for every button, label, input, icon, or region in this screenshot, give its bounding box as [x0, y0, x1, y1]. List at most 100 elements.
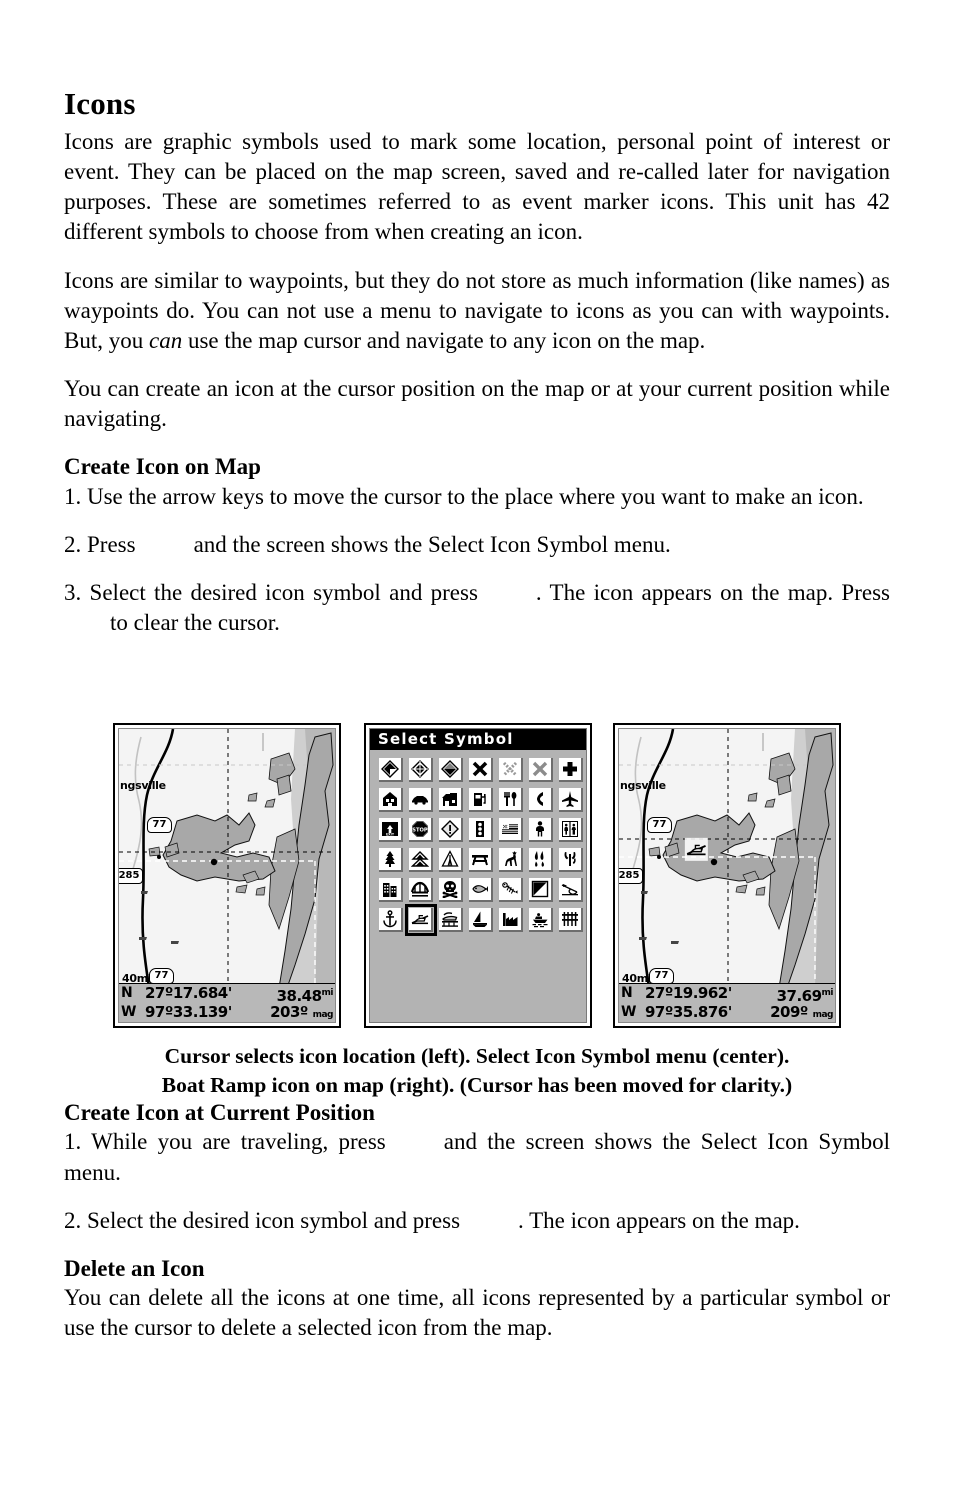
route-shield-77-upper-right: 77	[647, 817, 672, 833]
bearing-value-left: 203º	[270, 1003, 308, 1021]
para2-emphasis: can	[148, 327, 183, 353]
symbol-tent[interactable]	[439, 848, 463, 872]
symbol-house[interactable]	[379, 788, 403, 812]
cp-step2-text-b: . The icon appears on the map.	[518, 1207, 800, 1233]
symbol-x-dotted[interactable]	[499, 758, 523, 782]
status-bar-left: N 27º17.684' 38.48mi W 97º33.139' 203º m…	[119, 983, 335, 1022]
map-graphic-left	[119, 729, 335, 988]
symbol-airport[interactable]	[559, 788, 583, 812]
symbol-traffic-light[interactable]	[469, 818, 493, 842]
symbol-diamond-filled[interactable]	[379, 758, 403, 782]
lon-hemisphere-left: W	[121, 1004, 136, 1020]
symbol-stop-sign[interactable]: STOP	[409, 818, 433, 842]
symbol-pier[interactable]	[559, 908, 583, 932]
symbol-diamond-half[interactable]	[439, 758, 463, 782]
svg-text:EXIT: EXIT	[386, 833, 395, 837]
symbol-building[interactable]	[379, 878, 403, 902]
symbol-x-gray[interactable]	[529, 758, 553, 782]
status-longitude-line-left: W 97º33.139' 203º mag	[119, 1003, 335, 1022]
intro-paragraph-3: You can create an icon at the cursor pos…	[64, 375, 890, 431]
symbol-restrooms[interactable]	[559, 818, 583, 842]
bearing-value-right: 209º	[770, 1003, 808, 1021]
map-graphic-right	[619, 729, 835, 988]
distance-unit-right: mi	[821, 988, 834, 998]
delete-icon-paragraph: You can delete all the icons at one time…	[64, 1285, 890, 1341]
step-2-create-icon-on-map: 2. Press and the screen shows the Select …	[64, 530, 890, 560]
symbol-grid[interactable]: EXIT STOP	[379, 758, 585, 936]
status-bar-right: N 27º19.962' 37.69mi W 97º35.876' 209º m…	[619, 983, 835, 1022]
cp-step2-text-a: 2. Select the desired icon symbol and pr…	[64, 1207, 461, 1233]
step2-text-a: 2. Press	[64, 531, 136, 557]
intro-paragraph-1: Icons are graphic symbols used to mark s…	[64, 129, 890, 245]
symbol-fish[interactable]	[469, 878, 493, 902]
symbol-car[interactable]	[409, 788, 433, 812]
figure-caption: Cursor selects icon location (left). Sel…	[64, 1042, 890, 1100]
step-3-create-icon-on-map: 3. Select the desired icon symbol and pr…	[64, 578, 890, 638]
symbol-motorboat[interactable]	[529, 908, 553, 932]
section-heading-create-icon-on-map: Create Icon on Map	[64, 454, 261, 480]
cp-step1-text-a: 1. While you are traveling, press	[64, 1129, 386, 1155]
map-area-left	[119, 729, 335, 988]
symbol-picnic-table[interactable]	[469, 848, 493, 872]
symbol-diamond-outline[interactable]	[409, 758, 433, 782]
symbol-deer[interactable]	[499, 848, 523, 872]
route-shield-77-upper-left: 77	[147, 817, 172, 833]
symbol-flag[interactable]	[499, 818, 523, 842]
route-shield-285-left: 285	[119, 868, 143, 884]
longitude-value-left: 97º33.139'	[145, 1003, 232, 1021]
symbol-fuel-pump[interactable]	[469, 788, 493, 812]
symbol-fish-hook[interactable]	[559, 878, 583, 902]
step-2-create-icon-current-position: 2. Select the desired icon symbol and pr…	[64, 1206, 890, 1236]
step-1-create-icon-on-map: 1. Use the arrow keys to move the cursor…	[64, 483, 864, 509]
step3-text-a: 3. Select the desired icon symbol and pr…	[64, 579, 478, 605]
route-shield-77-lower-left: 77	[149, 968, 174, 984]
symbol-store[interactable]	[439, 788, 463, 812]
symbol-tree[interactable]	[379, 848, 403, 872]
status-longitude-line-right: W 97º35.876' 209º mag	[619, 1003, 835, 1022]
figure-screenshots-row: ngsville 40mi 77 77 285 N 27º17.684' 38.…	[113, 723, 841, 1030]
symbol-dock[interactable]	[439, 908, 463, 932]
symbol-telephone[interactable]	[529, 788, 553, 812]
status-latitude-line-left: N 27º17.684' 38.48mi	[119, 984, 335, 1005]
symbol-x-bold[interactable]	[469, 758, 493, 782]
gps-screen-right-inner: ngsville 40mi 77 77 285 N 27º19.962' 37.…	[618, 728, 836, 1023]
bearing-unit-right: mag	[812, 1010, 834, 1020]
symbol-factory[interactable]	[499, 908, 523, 932]
symbol-mountains[interactable]	[409, 848, 433, 872]
symbol-danger-skull[interactable]	[439, 878, 463, 902]
lower-content: Create Icon at Current Position 1. While…	[64, 1098, 890, 1344]
intro-paragraph-2: Icons are similar to waypoints, but they…	[64, 266, 890, 356]
symbol-medical-cross[interactable]	[559, 758, 583, 782]
symbol-caution-diamond[interactable]	[439, 818, 463, 842]
select-symbol-title: Select Symbol	[370, 729, 586, 750]
section-heading-delete-an-icon: Delete an Icon	[64, 1255, 205, 1281]
route-shield-77-lower-right: 77	[649, 968, 674, 984]
figure-caption-line-2: Boat Ramp icon on map (right). (Cursor h…	[161, 1073, 793, 1098]
gps-screen-left-inner: ngsville 40mi 77 77 285 N 27º17.684' 38.…	[118, 728, 336, 1023]
symbol-restaurant[interactable]	[499, 788, 523, 812]
symbol-diagonal-square[interactable]	[529, 878, 553, 902]
symbol-campfire[interactable]	[529, 848, 553, 872]
symbol-sailboat[interactable]	[469, 908, 493, 932]
step2-text-b: and the screen shows the Select Icon Sym…	[193, 531, 671, 557]
section-heading-create-icon-at-current-position: Create Icon at Current Position	[64, 1100, 375, 1125]
placed-boat-ramp-icon	[684, 837, 708, 861]
distance-unit-left: mi	[321, 988, 334, 998]
status-latitude-line-right: N 27º19.962' 37.69mi	[619, 984, 835, 1005]
document-page: Icons Icons are graphic symbols used to …	[64, 0, 890, 1487]
lat-hemisphere-right: N	[621, 985, 633, 1001]
bearing-right: 209º mag	[770, 1003, 833, 1022]
page-title: Icons	[64, 86, 136, 121]
symbol-boat-ramp[interactable]	[405, 904, 437, 936]
symbol-fish-bones[interactable]	[499, 878, 523, 902]
symbol-cactus[interactable]	[559, 848, 583, 872]
figure-caption-line-1: Cursor selects icon location (left). Sel…	[164, 1044, 790, 1068]
map-area-right	[619, 729, 835, 988]
symbol-pedestrian[interactable]	[529, 818, 553, 842]
symbol-bridge[interactable]	[409, 878, 433, 902]
route-shield-285-right: 285	[619, 868, 643, 884]
latitude-value-left: 27º17.684'	[145, 984, 232, 1002]
symbol-anchor[interactable]	[379, 908, 403, 932]
symbol-exit-sign[interactable]: EXIT	[379, 818, 403, 842]
longitude-value-right: 97º35.876'	[645, 1003, 732, 1021]
